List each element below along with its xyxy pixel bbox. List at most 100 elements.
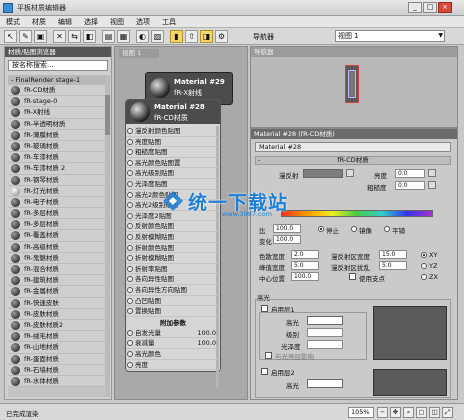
node-input-slot[interactable]: 置换贴图 [126,306,220,317]
socket-icon[interactable] [127,265,133,272]
list-item[interactable]: fR-stage-0 [8,96,110,108]
node-param-slot[interactable]: 衰减量 100.0 [126,338,220,349]
socket-icon[interactable] [127,223,133,230]
center-input[interactable]: 100.0 [291,272,319,281]
show-background-icon[interactable]: ▨ [151,30,164,43]
layer2-checkbox[interactable] [261,368,268,375]
list-item[interactable]: fR-水体材质 [8,375,110,388]
menu-options[interactable]: 选项 [136,17,150,27]
node-input-slot[interactable]: 高光级别贴图 [126,168,220,179]
socket-icon[interactable] [127,159,133,166]
use-vertex-checkbox[interactable] [349,273,356,280]
roughness-input[interactable]: 0.0 [395,181,425,190]
show-map-icon[interactable]: ◐ [136,30,149,43]
radio-stop[interactable] [318,226,324,232]
socket-icon[interactable] [127,329,133,336]
navigator-viewport[interactable] [345,65,359,103]
node-input-slot[interactable]: 各向异性贴图 [126,274,220,285]
assign-material-icon[interactable]: ▣ [34,30,47,43]
list-item[interactable]: fR-车漆材质 2 [8,163,110,175]
menu-select[interactable]: 选择 [84,17,98,27]
pick-material-icon[interactable]: ✎ [19,30,32,43]
list-item[interactable]: fR-高级材质 [8,241,110,253]
list-item[interactable]: fR-多层材质 [8,208,110,220]
view-select[interactable]: 视图 1 ▼ [335,30,445,42]
node-input-slot[interactable]: 反射模糊贴图 [126,232,220,243]
view-tab[interactable]: 视图 1 [119,49,159,58]
node-input-slot[interactable]: 反射颜色贴图 [126,221,220,232]
menu-view[interactable]: 视图 [110,17,124,27]
socket-icon[interactable] [127,287,133,293]
node-param-slot[interactable]: 高光颜色 [126,349,220,360]
radio-yz[interactable] [421,263,427,269]
list-group-finalrender[interactable]: - FinalRender stage-1 [8,75,110,85]
go-parent-icon[interactable]: ⇧ [185,30,198,43]
options-icon[interactable]: ⚙ [215,30,228,43]
zoom-select[interactable]: 105% [348,407,374,418]
list-item[interactable]: fR-鬼魅材质 [8,252,110,264]
radio-xy[interactable] [421,252,427,258]
socket-icon[interactable] [127,149,133,156]
node-input-slot[interactable]: 光泽度2贴图 [126,211,220,222]
color-spectrum-bar[interactable] [281,210,433,217]
spec2-color-swatch[interactable] [307,379,343,388]
node-param-slot[interactable]: 亮度 [126,360,220,371]
level-input[interactable] [307,328,343,337]
node-input-slot[interactable]: 光泽度贴图 [126,179,220,190]
list-item[interactable]: fR-金属材质 [8,286,110,298]
node-input-slot[interactable]: 高光颜色贴图置 [126,158,220,169]
roughness-map-button[interactable] [428,181,436,189]
diff-strength-input[interactable]: 5.0 [379,261,407,270]
list-item[interactable]: fR-皮肤材质2 [8,319,110,332]
zoom-out-icon[interactable]: − [377,407,388,418]
node-input-slot[interactable]: 折射颜色贴图 [126,243,220,254]
list-item[interactable]: fR-快速皮肤 [8,297,110,309]
socket-icon[interactable] [127,212,133,219]
list-item[interactable]: fR-半透明材质 [8,118,110,130]
list-item[interactable]: fR-玻璃材质 [8,140,110,153]
menu-mode[interactable]: 模式 [6,17,20,27]
node-input-slot[interactable]: 折射率贴图 [126,264,220,275]
delete-icon[interactable]: ✕ [53,30,66,43]
list-item[interactable]: fR-多层材质 [8,219,110,231]
radio-zx[interactable] [421,274,427,280]
menu-tools[interactable]: 工具 [162,17,176,27]
list-item[interactable]: fR-CD材质 [8,85,110,97]
maximize-button[interactable]: □ [423,2,437,13]
socket-icon[interactable] [127,138,133,145]
node-input-slot[interactable]: 高光2级别贴图 [126,200,220,211]
diffuse-color-swatch[interactable] [303,169,343,178]
list-item[interactable]: fR-灯光材质 [8,185,110,197]
pan-icon[interactable]: ✥ [390,407,401,418]
move-children-icon[interactable]: ⇆ [68,30,81,43]
zoom-extents-icon[interactable]: ▢ [416,407,427,418]
diff-width-input[interactable]: 15.0 [379,250,407,259]
spec-color-swatch[interactable] [307,316,343,325]
node-input-slot[interactable]: 高光2颜色贴图 [126,190,220,201]
list-item[interactable]: fR-车漆材质 [8,152,110,164]
menu-material[interactable]: 材质 [32,17,46,27]
socket-icon[interactable] [127,244,133,251]
glossy-layer-checkbox[interactable] [265,352,272,359]
diffuse-map-button[interactable] [346,169,354,177]
material-id-icon[interactable]: ▦ [117,30,130,43]
list-item[interactable]: fR-钢琴材质 [8,174,110,186]
list-item[interactable]: fR-混合材质 [8,264,110,276]
socket-icon[interactable] [127,202,133,209]
close-button[interactable]: × [438,2,452,13]
list-item[interactable]: fR-山地材质 [8,342,110,354]
layout-toggle-icon[interactable]: ◨ [200,30,213,43]
browser-search-input[interactable]: 按名称搜索... [8,60,108,71]
socket-icon[interactable] [127,191,133,198]
material-node-28[interactable]: Material #28 fR-CD材质 漫反射颜色贴图 亮度贴图 粗糙度贴图 高光颜… [125,99,221,388]
socket-icon[interactable] [127,255,133,262]
node-input-slot[interactable]: 亮度贴图 [126,137,220,148]
minimize-button[interactable]: _ [408,2,422,13]
radio-mirror[interactable] [351,226,357,232]
socket-icon[interactable] [127,276,133,283]
select-tool-icon[interactable]: ↖ [4,30,17,43]
brightness-map-button[interactable] [428,169,436,177]
node-param-slot[interactable]: 自发光量 100.0 [126,328,220,339]
list-item[interactable]: fR-蛋面材质 [8,353,110,365]
variation-input[interactable]: 100.0 [273,235,301,244]
